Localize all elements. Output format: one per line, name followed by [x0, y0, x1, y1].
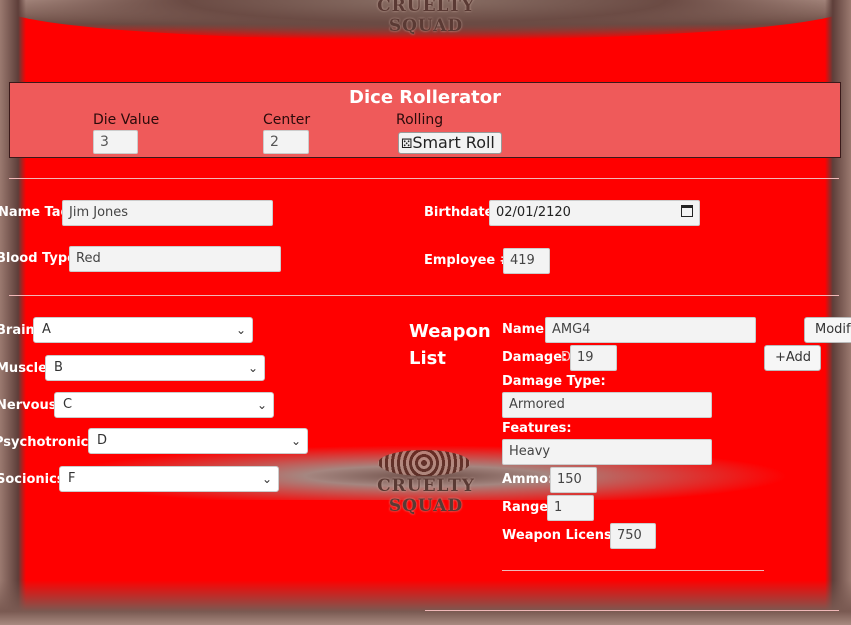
ammo-input[interactable]: 150 — [550, 467, 597, 493]
dice-icon: ⚄ — [401, 137, 413, 152]
die-value-label: Die Value — [93, 112, 160, 128]
damage-type-input[interactable]: Armored — [502, 392, 712, 418]
blood-type-input[interactable]: Red — [69, 246, 281, 272]
chevron-down-icon: ⌄ — [235, 323, 246, 337]
chevron-down-icon: ⌄ — [290, 434, 301, 448]
name-tag-input[interactable]: Jim Jones — [62, 200, 273, 226]
smart-roll-button[interactable]: ⚄Smart Roll — [398, 132, 502, 154]
cruelty-squad-logo: CRUELTY SQUAD — [377, 0, 475, 36]
weapon-title-line1: Weapon — [409, 321, 491, 342]
dice-title: Dice Rollerator — [349, 87, 501, 108]
dice-rollerator-panel: Dice Rollerator Die Value 3 Center 2 Rol… — [9, 82, 841, 158]
socionics-value: F — [68, 471, 76, 486]
nervous-value: C — [63, 397, 73, 412]
divider — [502, 570, 764, 571]
smart-roll-label: Smart Roll — [412, 133, 495, 152]
birthdate-input[interactable]: 02/01/2120 — [489, 200, 700, 226]
weapon-title-line2: List — [409, 348, 446, 369]
organic-frame-bottom — [0, 580, 851, 625]
chevron-down-icon: ⌄ — [247, 361, 258, 375]
features-label: Features: — [502, 421, 572, 436]
chevron-down-icon: ⌄ — [261, 472, 272, 486]
die-value-input[interactable]: 3 — [93, 130, 138, 154]
nervous-select[interactable]: C ⌄ — [54, 392, 274, 418]
rolling-label: Rolling — [396, 112, 444, 128]
nervous-label: Nervous: — [0, 398, 62, 413]
range-label: Range: — [502, 500, 554, 515]
divider — [425, 610, 839, 611]
divider — [9, 295, 839, 296]
birthdate-value: 02/01/2120 — [496, 205, 571, 220]
add-weapon-button[interactable]: +Add — [764, 345, 821, 371]
divider — [9, 178, 839, 179]
damage-input[interactable]: 19 — [570, 345, 617, 371]
center-label: Center — [263, 112, 311, 128]
brain-select[interactable]: A ⌄ — [33, 317, 253, 343]
muscle-select[interactable]: B ⌄ — [45, 355, 265, 381]
modify-button[interactable]: Modify — [804, 317, 851, 343]
calendar-icon[interactable] — [681, 205, 693, 217]
weapon-list-title: Weapon List — [409, 318, 491, 372]
center-input[interactable]: 2 — [263, 130, 309, 154]
weapon-name-label: Name: — [502, 322, 550, 337]
chevron-down-icon: ⌄ — [256, 398, 267, 412]
brain-value: A — [42, 322, 51, 337]
psychotronics-value: D — [97, 433, 108, 448]
flesh-ornament — [378, 450, 470, 476]
cruelty-squad-logo-secondary: CRUELTY SQUAD — [377, 476, 475, 516]
features-input[interactable]: Heavy — [502, 439, 712, 465]
psychotronics-label: Psychotronics: — [0, 435, 102, 450]
ammo-label: Ammo: — [502, 472, 554, 487]
weapon-license-input[interactable]: 750 — [610, 523, 656, 549]
employee-number-input[interactable]: 419 — [503, 248, 550, 274]
weapon-name-input[interactable]: AMG4 — [545, 317, 756, 343]
psychotronics-select[interactable]: D ⌄ — [88, 428, 308, 454]
birthdate-label: Birthdate: — [424, 205, 499, 220]
socionics-select[interactable]: F ⌄ — [59, 466, 279, 492]
damage-type-label: Damage Type: — [502, 374, 606, 389]
muscle-value: B — [54, 360, 63, 375]
weapon-license-label: Weapon License: — [502, 528, 626, 543]
damage-label: Damage: — [502, 350, 568, 365]
range-input[interactable]: 1 — [547, 495, 594, 521]
